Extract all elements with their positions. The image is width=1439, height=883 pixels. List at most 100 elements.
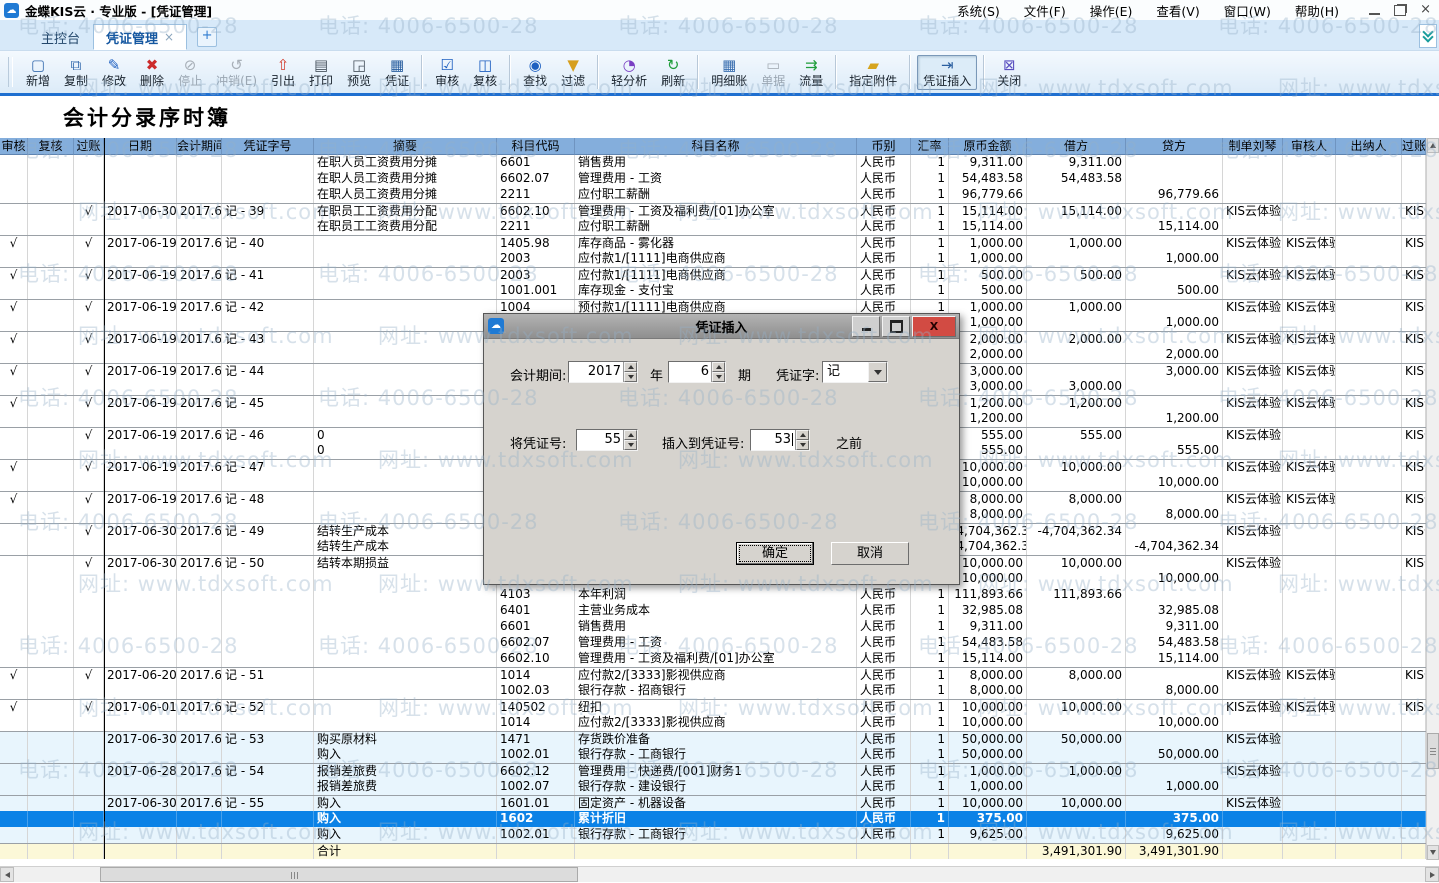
cell-name[interactable]: 库存商品 - 雾化器 — [575, 236, 857, 251]
cell-poster[interactable] — [1402, 155, 1426, 171]
cell-cashier[interactable] — [1336, 204, 1402, 219]
cell-amount[interactable]: 10,000.00 — [949, 460, 1027, 475]
cell-name[interactable]: 应付款1/[1111]电商供应商 — [575, 251, 857, 267]
cell-date[interactable]: 2017-06-19 — [104, 300, 177, 315]
cell-currency[interactable]: 人民币 — [857, 764, 911, 779]
cell-audit[interactable]: √ — [0, 332, 28, 347]
cell-currency[interactable]: 人民币 — [857, 796, 911, 811]
cell-date[interactable]: 2017-06-19 — [104, 428, 177, 443]
cell-review[interactable] — [28, 332, 74, 347]
cell-rate[interactable]: 1 — [911, 827, 949, 843]
cell-poster[interactable] — [1402, 187, 1426, 203]
cell-poster[interactable] — [1402, 715, 1426, 731]
cell-review[interactable] — [28, 811, 74, 827]
vertical-scroll-thumb[interactable] — [1427, 733, 1439, 769]
cell-debit[interactable] — [1027, 364, 1126, 379]
cell-review[interactable] — [28, 283, 74, 299]
cell-post[interactable] — [74, 411, 104, 427]
cell-audit[interactable] — [0, 379, 28, 395]
cell-poster[interactable] — [1402, 411, 1426, 427]
cell-auditor[interactable] — [1283, 603, 1336, 619]
cell-date[interactable] — [104, 411, 177, 427]
cell-vno[interactable]: 记 - 53 — [222, 732, 314, 747]
table-row[interactable]: 报销差旅费1002.07银行存款 - 建设银行人民币11,000.001,000… — [0, 779, 1427, 795]
spinner-up-button[interactable] — [624, 362, 637, 372]
cell-summary[interactable]: 购入 — [314, 811, 497, 827]
cell-cashier[interactable] — [1336, 300, 1402, 315]
cell-preparer[interactable]: KIS云体验 — [1223, 332, 1283, 347]
cell-preparer[interactable]: KIS云体验 — [1223, 396, 1283, 411]
cell-date[interactable]: 2017-06-19 — [104, 460, 177, 475]
cell-poster[interactable]: KIS云体验 — [1402, 492, 1426, 507]
cell-review[interactable] — [28, 251, 74, 267]
cell-cashier[interactable] — [1336, 171, 1402, 187]
cell-debit[interactable] — [1027, 651, 1126, 667]
cell-review[interactable] — [28, 732, 74, 747]
cell-poster[interactable] — [1402, 619, 1426, 635]
cell-summary[interactable]: 在职员工工资费用分配 — [314, 219, 497, 235]
cell-auditor[interactable] — [1283, 507, 1336, 523]
cell-name[interactable]: 银行存款 - 工商银行 — [575, 747, 857, 763]
cell-post[interactable]: √ — [74, 204, 104, 219]
cell-period[interactable] — [177, 411, 222, 427]
cell-vno[interactable] — [222, 619, 314, 635]
cell-auditor[interactable] — [1283, 635, 1336, 651]
cell-period[interactable] — [177, 715, 222, 731]
cancel-button[interactable]: 取消 — [831, 542, 909, 565]
cell-date[interactable] — [104, 379, 177, 395]
cell-vno[interactable] — [222, 283, 314, 299]
cell-amount[interactable]: 1,000.00 — [949, 236, 1027, 251]
cell-date[interactable] — [104, 475, 177, 491]
cell-vno[interactable]: 记 - 45 — [222, 396, 314, 411]
cell-preparer[interactable]: KIS云体验 — [1223, 764, 1283, 779]
cell-cashier[interactable] — [1336, 364, 1402, 379]
cell-cashier[interactable] — [1336, 428, 1402, 443]
cell-audit[interactable] — [0, 251, 28, 267]
cell-credit[interactable]: -4,704,362.34 — [1126, 539, 1223, 555]
cell-audit[interactable] — [0, 827, 28, 843]
cell-name[interactable]: 应付职工薪酬 — [575, 187, 857, 203]
cell-poster[interactable] — [1402, 651, 1426, 667]
cell-debit[interactable]: 54,483.58 — [1027, 171, 1126, 187]
cell-name[interactable]: 管理费用 - 工资及福利费/[01]办公室 — [575, 204, 857, 219]
cell-cashier[interactable] — [1336, 683, 1402, 699]
table-row[interactable]: √√2017-06-192017.6记 - 401405.98库存商品 - 雾化… — [0, 235, 1427, 251]
cell-cashier[interactable] — [1336, 556, 1402, 571]
cell-poster[interactable] — [1402, 347, 1426, 363]
cell-summary[interactable] — [314, 475, 497, 491]
cell-credit[interactable]: 9,311.00 — [1126, 619, 1223, 635]
cell-vno[interactable]: 记 - 50 — [222, 556, 314, 571]
spinner-up-button[interactable] — [712, 362, 725, 372]
cell-post[interactable]: √ — [74, 524, 104, 539]
cell-period[interactable] — [177, 779, 222, 795]
cell-date[interactable] — [104, 171, 177, 187]
cell-period[interactable]: 2017.6 — [177, 204, 222, 219]
cell-name[interactable]: 管理费用 - 工资及福利费/[01]办公室 — [575, 651, 857, 667]
cell-date[interactable]: 2017-06-30 — [104, 524, 177, 539]
cell-cashier[interactable] — [1336, 524, 1402, 539]
cell-code[interactable]: 6602.10 — [497, 204, 575, 219]
cell-date[interactable]: 2017-06-20 — [104, 668, 177, 683]
cell-auditor[interactable] — [1283, 379, 1336, 395]
cell-amount[interactable]: 2,000.00 — [949, 332, 1027, 347]
cell-post[interactable] — [74, 347, 104, 363]
cell-amount[interactable]: 10,000.00 — [949, 796, 1027, 811]
cell-amount[interactable]: 9,311.00 — [949, 619, 1027, 635]
cell-amount[interactable]: 10,000.00 — [949, 475, 1027, 491]
cell-name[interactable]: 销售费用 — [575, 155, 857, 171]
cell-code[interactable]: 1014 — [497, 715, 575, 731]
cell-poster[interactable]: KIS云体验 — [1402, 668, 1426, 683]
table-row[interactable]: 合计3,491,301.903,491,301.90 — [0, 843, 1427, 859]
toolbar-preview-button[interactable]: ◲预览 — [341, 55, 377, 90]
cell-vno[interactable] — [222, 651, 314, 667]
spinner-down-button[interactable] — [624, 372, 637, 382]
cell-vno[interactable]: 记 - 48 — [222, 492, 314, 507]
voucher-word-value[interactable]: 记 — [823, 362, 868, 382]
cell-vno[interactable]: 记 - 47 — [222, 460, 314, 475]
cell-rate[interactable]: 1 — [911, 268, 949, 283]
cell-auditor[interactable] — [1283, 443, 1336, 459]
cell-period[interactable]: 2017.6 — [177, 396, 222, 411]
cell-poster[interactable] — [1402, 844, 1426, 859]
cell-date[interactable] — [104, 827, 177, 843]
cell-review[interactable] — [28, 779, 74, 795]
